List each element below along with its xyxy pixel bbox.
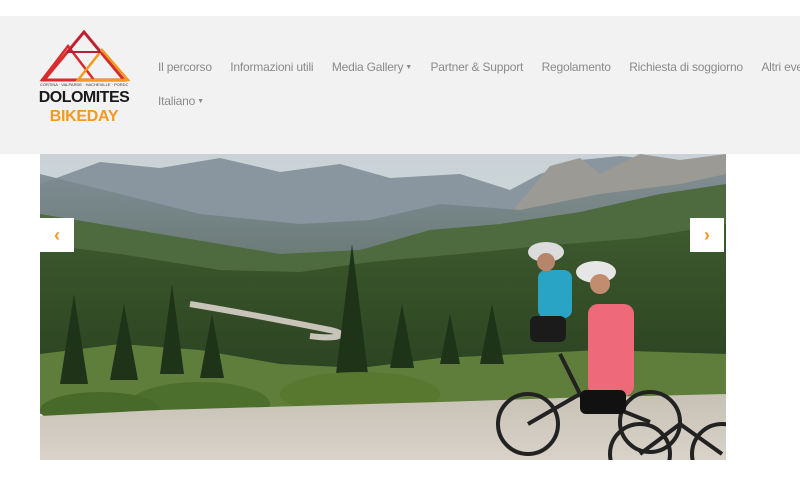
nav-item-richiesta-soggiorno[interactable]: Richiesta di soggiorno: [629, 60, 743, 74]
logo-small-text: CORTINA · VALPARDE · HACHEVILLE · PORDOI…: [40, 82, 128, 87]
logo-subtitle: BIKEDAY: [49, 108, 119, 125]
slider-prev-button[interactable]: ‹: [40, 218, 74, 252]
nav-item-altri-eventi[interactable]: Altri eventi: [761, 60, 800, 74]
chevron-right-icon: ›: [704, 225, 710, 245]
nav-item-il-percorso[interactable]: Il percorso: [158, 60, 212, 74]
nav-item-partner-support[interactable]: Partner & Support: [430, 60, 523, 74]
nav-row-secondary: Italiano ▼: [158, 92, 218, 110]
site-header: CORTINA · VALPARDE · HACHEVILLE · PORDOI…: [0, 16, 800, 154]
chevron-left-icon: ‹: [54, 225, 60, 245]
hero-slider: [40, 154, 726, 460]
language-selector[interactable]: Italiano ▼: [158, 94, 204, 108]
nav-item-media-gallery[interactable]: Media Gallery ▼: [332, 60, 412, 74]
nav-item-informazioni-utili[interactable]: Informazioni utili: [230, 60, 313, 74]
slider-next-button[interactable]: ›: [690, 218, 724, 252]
hero-image: [40, 154, 726, 460]
logo-mountains-icon: [39, 29, 131, 82]
chevron-down-icon: ▼: [197, 98, 204, 105]
nav-item-regolamento[interactable]: Regolamento: [542, 60, 611, 74]
chevron-down-icon: ▼: [405, 64, 413, 71]
nav-row-primary: Il percorso Informazioni utili Media Gal…: [158, 58, 800, 76]
logo-title: DOLOMITES: [38, 89, 130, 106]
top-strip: [0, 0, 800, 16]
site-logo[interactable]: CORTINA · VALPARDE · HACHEVILLE · PORDOI…: [38, 28, 131, 146]
